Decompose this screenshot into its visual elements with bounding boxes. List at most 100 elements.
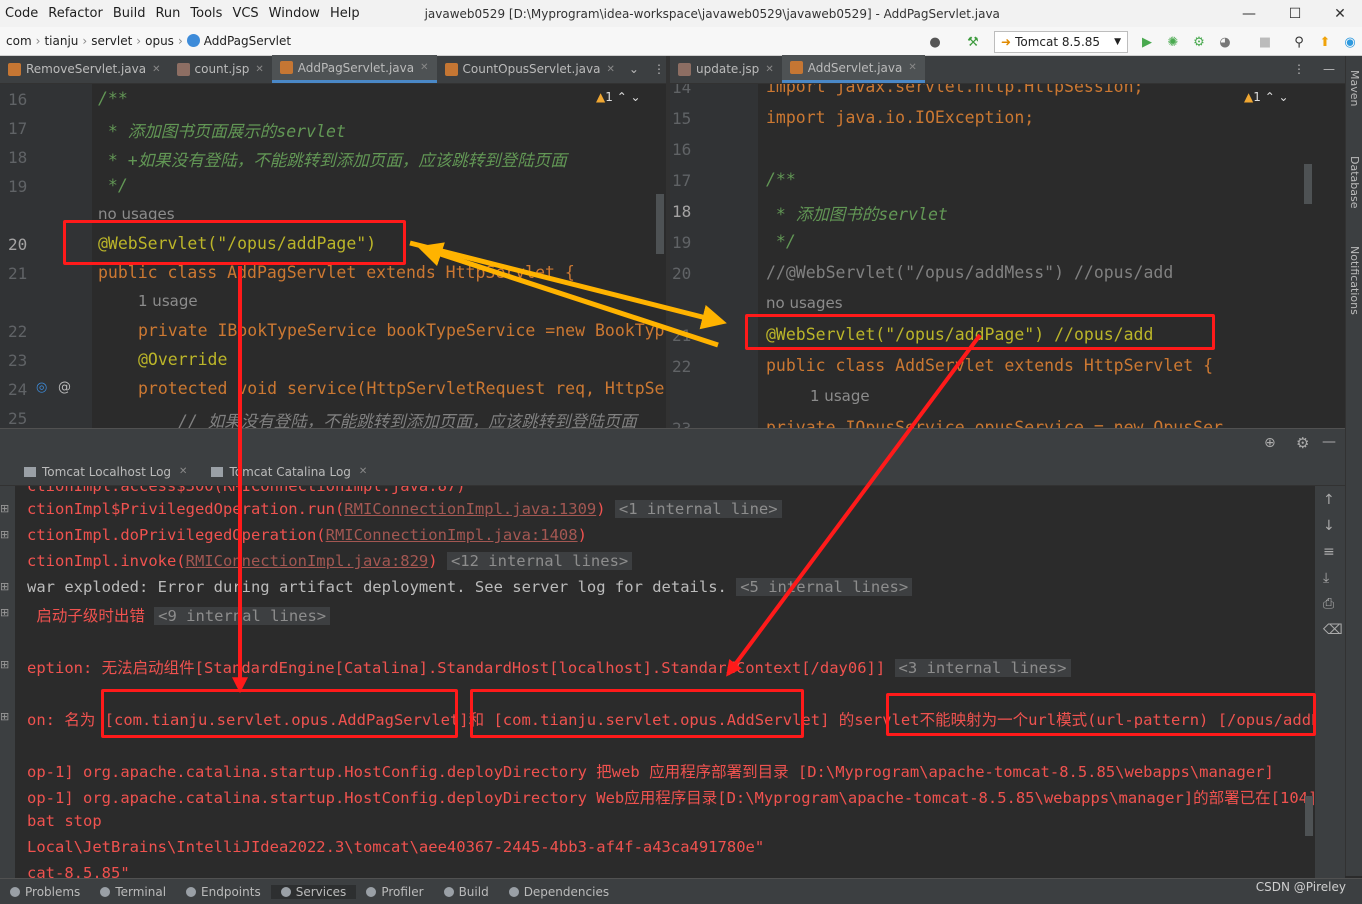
endpoints-button[interactable]: Endpoints — [176, 885, 271, 899]
dependencies-button[interactable]: Dependencies — [499, 885, 619, 899]
tab-list-icon[interactable]: ⌄ — [623, 55, 645, 83]
database-tool-button[interactable]: Database — [1348, 156, 1361, 209]
maven-tool-button[interactable]: Maven — [1348, 70, 1361, 106]
navigation-bar: com › tianju › servlet › opus › AddPagServle… — [0, 27, 1362, 56]
expand-icon[interactable]: ⊞ — [0, 502, 9, 515]
warning-indicator[interactable]: ▲1 ⌃ ⌄ — [596, 90, 641, 104]
expand-icon[interactable]: ⊞ — [0, 710, 9, 723]
tab-label: AddPagServlet.java — [297, 60, 415, 75]
hammer-icon[interactable]: ⚒ — [964, 33, 982, 51]
menu-help[interactable]: Help — [325, 6, 365, 21]
close-icon[interactable]: ✕ — [179, 466, 187, 477]
stop-icon[interactable]: ■ — [1256, 33, 1274, 51]
maximize-button[interactable]: ☐ — [1275, 0, 1315, 27]
search-icon[interactable]: ⚲ — [1290, 33, 1308, 51]
more-options-icon[interactable]: ⋮ — [1285, 55, 1313, 83]
menu-refactor[interactable]: Refactor — [43, 6, 108, 21]
tab-count-jsp[interactable]: count.jsp ✕ — [169, 55, 272, 83]
notifications-tool-button[interactable]: Notifications — [1348, 246, 1361, 315]
source-link[interactable]: RMIConnectionImpl.java:1408 — [326, 526, 578, 544]
tab-tomcat-localhost-log[interactable]: Tomcat Localhost Log ✕ — [0, 465, 199, 479]
run-config-select[interactable]: ➜ Tomcat 8.5.85 ▼ — [994, 31, 1128, 53]
run-icon[interactable]: ▶ — [1138, 33, 1156, 51]
menu-code[interactable]: Code — [0, 6, 43, 21]
breadcrumb-tianju[interactable]: tianju — [40, 34, 82, 48]
usage-hint[interactable]: no usages — [98, 205, 175, 223]
menu-window[interactable]: Window — [264, 6, 325, 21]
scrollbar[interactable] — [1304, 164, 1312, 204]
build-button[interactable]: Build — [434, 885, 499, 899]
debug-icon[interactable]: ✺ — [1164, 33, 1182, 51]
terminal-button[interactable]: Terminal — [90, 885, 176, 899]
gear-icon[interactable]: ⚙ — [1296, 434, 1309, 452]
close-icon[interactable]: ✕ — [359, 466, 367, 477]
tab-remove-servlet[interactable]: RemoveServlet.java ✕ — [0, 55, 169, 83]
log-actions: ↑ ↓ ≡ ⤓ ⎙ ⌫ — [1315, 486, 1345, 878]
tab-update-jsp[interactable]: update.jsp ✕ — [670, 55, 782, 83]
minimize-button[interactable]: — — [1229, 0, 1269, 27]
profiler-button[interactable]: Profiler — [356, 885, 433, 899]
tab-count-opus-servlet[interactable]: CountOpusServlet.java ✕ — [437, 55, 623, 83]
update-icon[interactable]: ⬆ — [1316, 33, 1334, 51]
source-link[interactable]: RMIConnectionImpl.java:1309 — [344, 500, 596, 518]
left-code-editor[interactable]: 16 17 18 19 20 21 22 23 24 25 ◎ @ /** * … — [0, 84, 666, 428]
tab-add-pag-servlet[interactable]: AddPagServlet.java ✕ — [271, 55, 437, 83]
folded-lines[interactable]: <5 internal lines> — [736, 578, 913, 596]
right-code-editor[interactable]: 14 15 16 17 18 19 20 21 22 23 import jav… — [670, 84, 1315, 428]
menu-vcs[interactable]: VCS — [227, 6, 263, 21]
folded-lines[interactable]: <3 internal lines> — [894, 659, 1071, 677]
scroll-to-end-icon[interactable]: ⤓ — [1323, 570, 1329, 586]
profile-icon[interactable]: ◕ — [1216, 33, 1234, 51]
menu-run[interactable]: Run — [150, 6, 185, 21]
arrow-up-icon[interactable]: ↑ — [1323, 492, 1335, 508]
close-icon[interactable]: ✕ — [152, 64, 160, 75]
folded-lines[interactable]: <9 internal lines> — [154, 607, 331, 625]
hide-icon[interactable]: — — [1313, 55, 1345, 83]
servlet-class-name: [com.tianju.servlet.opus.AddServlet] — [493, 711, 830, 729]
soft-wrap-icon[interactable]: ≡ — [1323, 544, 1335, 560]
log-line-error: on: 名为 [com.tianju.servlet.opus.AddPagSe… — [27, 708, 1315, 730]
scrollbar[interactable] — [656, 194, 664, 254]
close-window-button[interactable]: ✕ — [1320, 0, 1360, 27]
menu-tools[interactable]: Tools — [185, 6, 227, 21]
close-icon[interactable]: ✕ — [765, 64, 773, 75]
expand-icon[interactable]: ⊞ — [0, 658, 9, 671]
warning-indicator[interactable]: ▲1 ⌃ ⌄ — [1244, 90, 1289, 104]
user-icon[interactable]: ● — [926, 33, 944, 51]
code-line: private IOpusService opusService = new O… — [766, 418, 1223, 428]
coverage-icon[interactable]: ⚙ — [1190, 33, 1208, 51]
catalina-log-output[interactable]: ctionImpl.access$300(RMIConnectionImpl.j… — [15, 486, 1315, 878]
arrow-down-icon[interactable]: ↓ — [1323, 518, 1335, 534]
menu-build[interactable]: Build — [108, 6, 151, 21]
expand-icon[interactable]: ⊞ — [0, 606, 9, 619]
target-icon[interactable]: ⊕ — [1264, 435, 1276, 451]
tab-add-servlet[interactable]: AddServlet.java ✕ — [781, 55, 925, 83]
trash-icon[interactable]: ⌫ — [1323, 622, 1343, 638]
usage-hint[interactable]: 1 usage — [810, 387, 870, 405]
close-icon[interactable]: ✕ — [908, 62, 916, 73]
print-icon[interactable]: ⎙ — [1323, 596, 1334, 612]
breadcrumb-opus[interactable]: opus — [141, 34, 178, 48]
expand-icon[interactable]: ⊞ — [0, 580, 9, 593]
folded-lines[interactable]: <12 internal lines> — [446, 552, 633, 570]
jetbrains-icon[interactable]: ◉ — [1341, 33, 1359, 51]
close-icon[interactable]: ✕ — [606, 64, 614, 75]
expand-icon[interactable]: ⊞ — [0, 528, 9, 541]
usage-hint[interactable]: no usages — [766, 294, 843, 312]
breadcrumb-class[interactable]: AddPagServlet — [183, 34, 295, 48]
breadcrumb-com[interactable]: com — [0, 34, 36, 48]
close-icon[interactable]: ✕ — [255, 64, 263, 75]
folded-lines[interactable]: <1 internal line> — [614, 500, 782, 518]
hide-icon[interactable]: — — [1322, 434, 1336, 450]
tab-tomcat-catalina-log[interactable]: Tomcat Catalina Log ✕ — [199, 465, 379, 479]
source-link[interactable]: RMIConnectionImpl.java:829 — [186, 552, 429, 570]
override-icon[interactable]: ◎ — [36, 380, 47, 395]
line-number: 15 — [672, 109, 692, 128]
scrollbar[interactable] — [1305, 796, 1313, 836]
close-icon[interactable]: ✕ — [420, 62, 428, 73]
line-number: 23 — [8, 351, 28, 370]
services-button[interactable]: Services — [270, 884, 357, 899]
usage-hint[interactable]: 1 usage — [138, 292, 198, 310]
breadcrumb-servlet[interactable]: servlet — [87, 34, 136, 48]
problems-button[interactable]: Problems — [0, 885, 90, 899]
